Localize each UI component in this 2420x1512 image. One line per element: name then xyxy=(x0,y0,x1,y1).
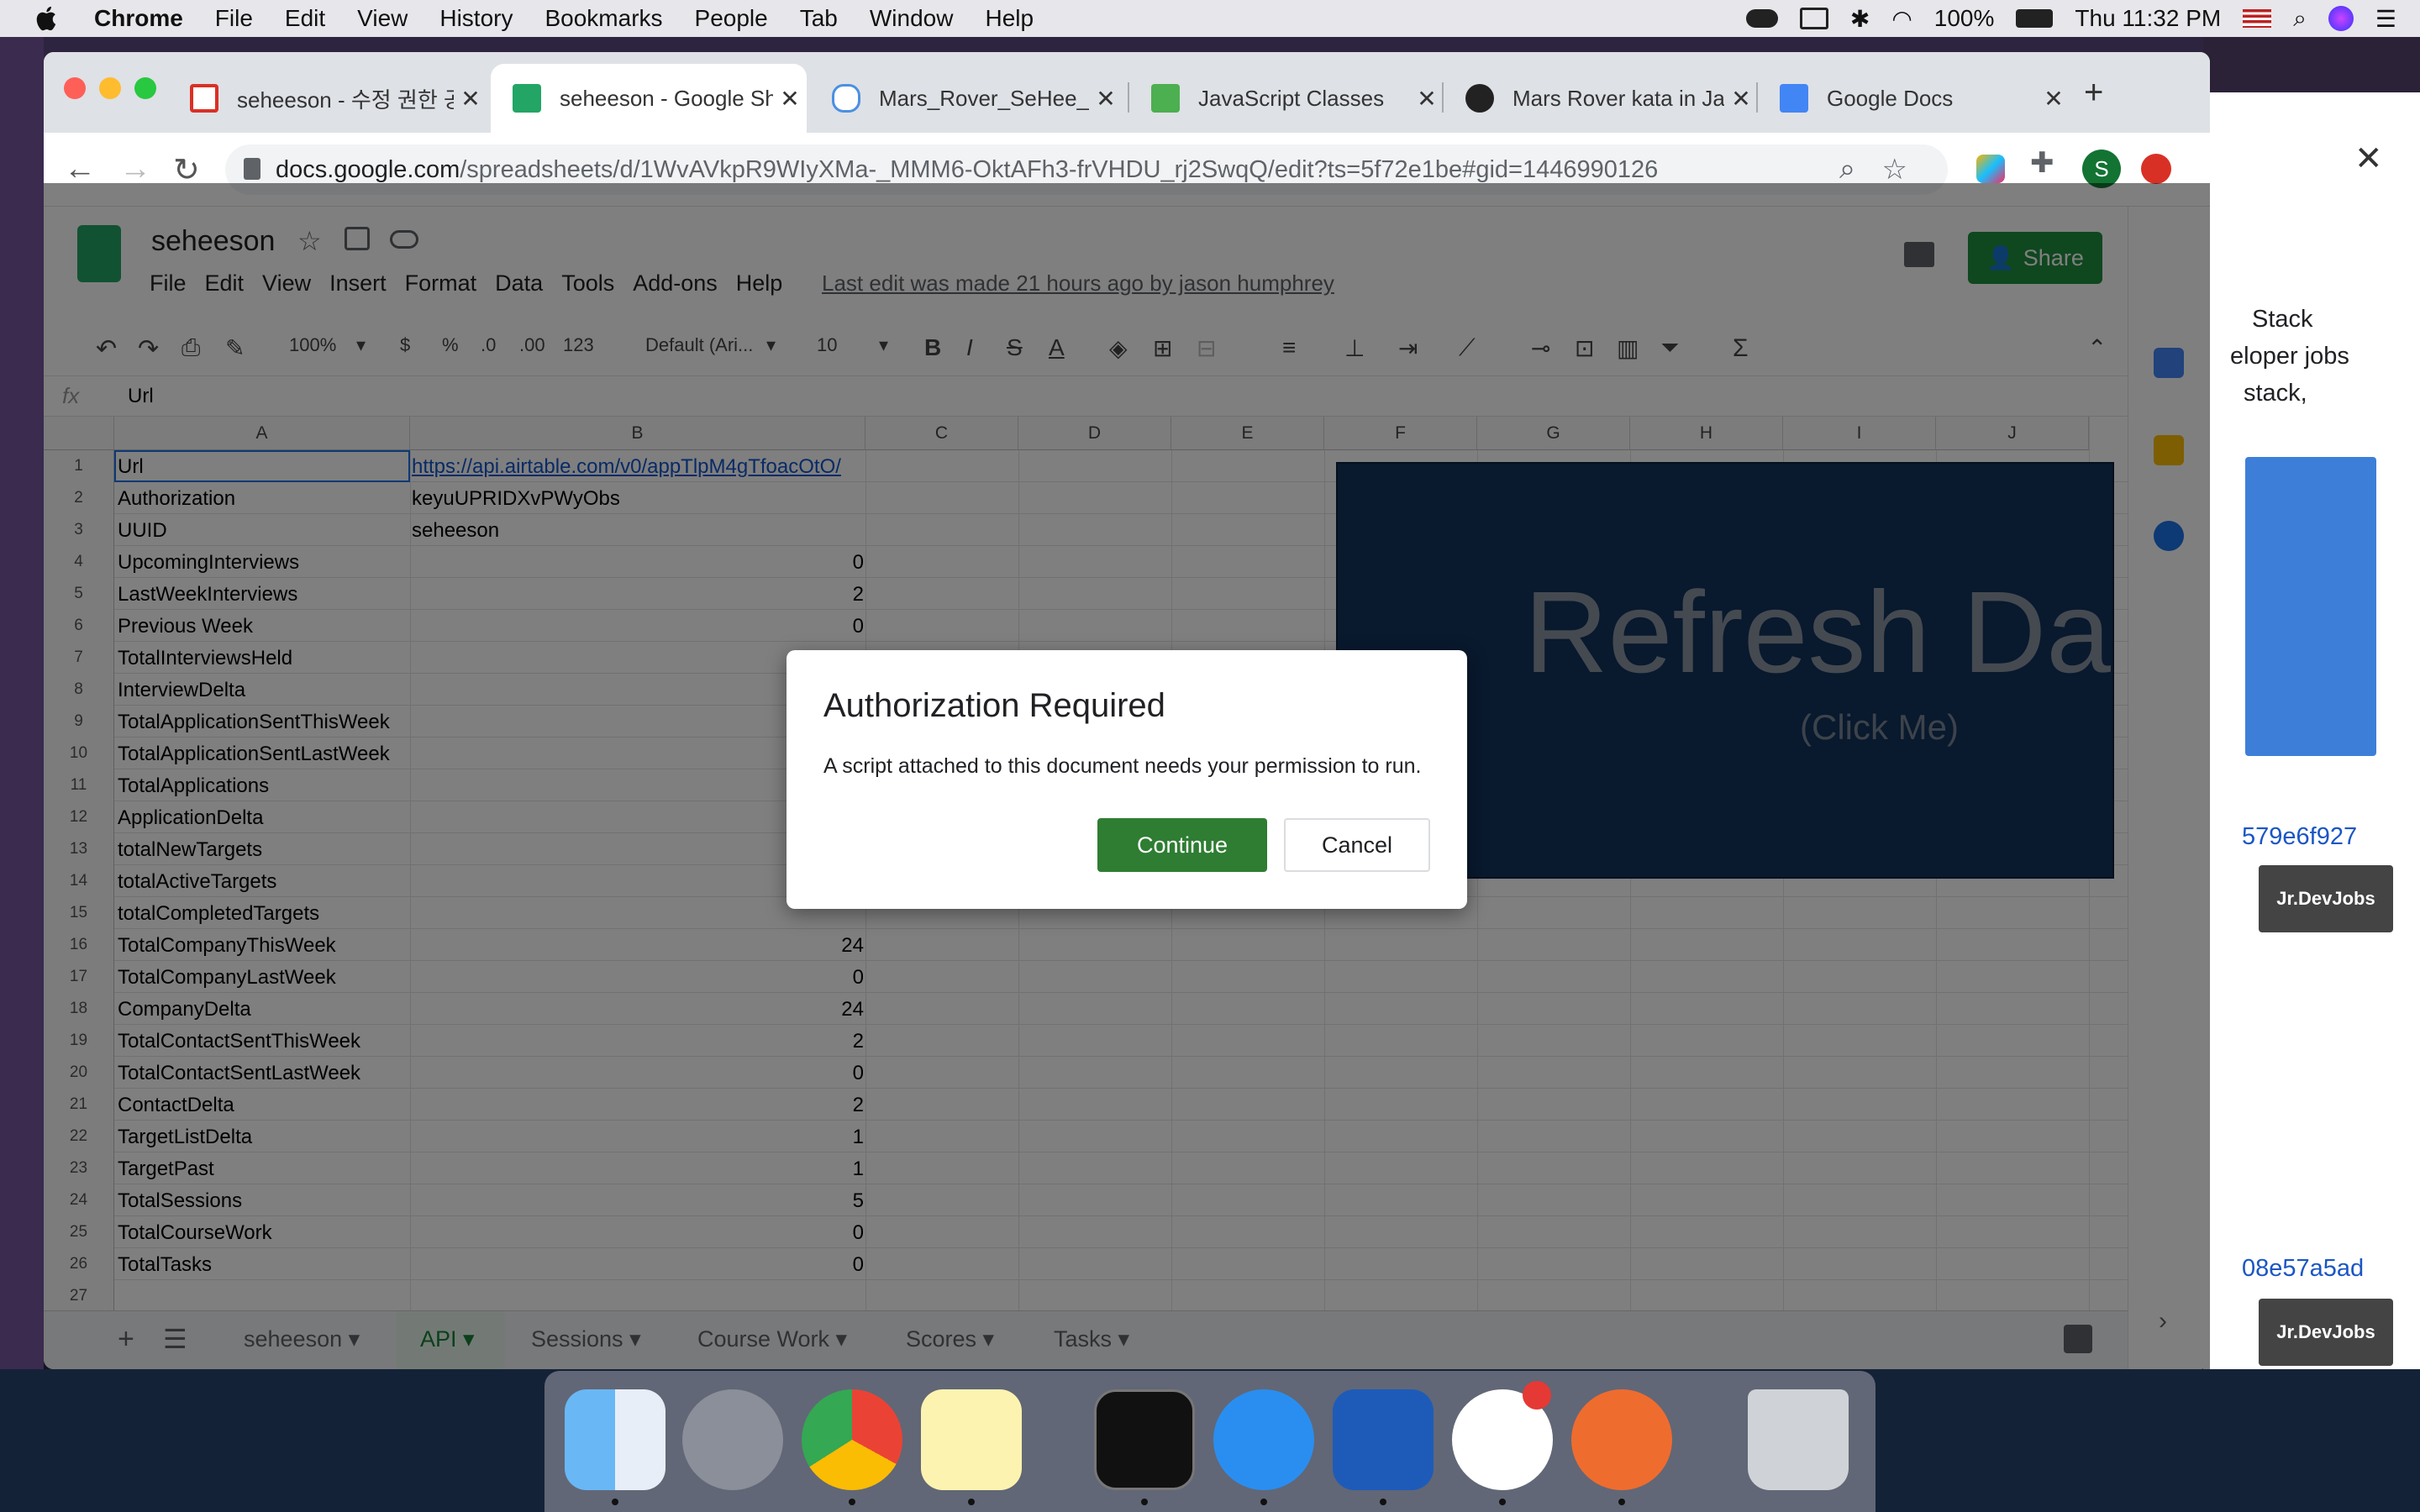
forward-icon[interactable]: → xyxy=(119,151,151,187)
tab-title: seheeson - Google Sh xyxy=(560,85,773,111)
browser-tab[interactable]: Google Docs ✕ xyxy=(1758,64,2070,133)
url-host: docs.google.com xyxy=(276,155,460,183)
bluetooth-icon[interactable]: ✱ xyxy=(1850,5,1870,33)
zoom-icon[interactable]: ⌕ xyxy=(1839,153,1855,186)
running-indicator xyxy=(612,1499,618,1505)
close-tab-icon[interactable]: ✕ xyxy=(1724,85,1758,113)
running-indicator xyxy=(849,1499,855,1505)
close-icon[interactable]: ✕ xyxy=(2354,139,2383,178)
bookmark-star-icon[interactable]: ☆ xyxy=(1882,153,1907,186)
tab-title: JavaScript Classes xyxy=(1198,85,1385,111)
running-indicator xyxy=(1499,1499,1506,1505)
menubar-history[interactable]: History xyxy=(439,5,513,32)
github-icon xyxy=(1465,84,1494,113)
dock xyxy=(544,1371,1876,1512)
menubar-people[interactable]: People xyxy=(695,5,768,32)
lock-icon[interactable] xyxy=(244,158,260,180)
background-text-line: stack, xyxy=(2244,380,2307,407)
sheets-icon xyxy=(513,84,541,113)
jrdevjobs-logo: Jr.DevJobs xyxy=(2259,1299,2393,1366)
apple-icon[interactable] xyxy=(32,3,62,34)
menubar-edit[interactable]: Edit xyxy=(285,5,325,32)
background-text-line: Stack xyxy=(2252,306,2313,333)
menubar-status-area: ✱ ◠ 100% Thu 11:32 PM ⌕ ☰ xyxy=(1745,0,2396,37)
running-indicator xyxy=(1260,1499,1267,1505)
docs-icon xyxy=(1780,84,1808,113)
gmail-icon xyxy=(190,84,218,113)
menubar-help[interactable]: Help xyxy=(985,5,1034,32)
zoom-window-button[interactable] xyxy=(134,77,156,99)
close-tab-icon[interactable]: ✕ xyxy=(1410,85,1444,113)
browser-tab[interactable]: Mars_Rover_SeHee_S ✕ xyxy=(810,64,1123,133)
close-tab-icon[interactable]: ✕ xyxy=(2037,85,2070,113)
tab-title: Mars_Rover_SeHee_S xyxy=(879,85,1089,111)
control-center-icon[interactable]: ☰ xyxy=(2375,5,2396,33)
trash-icon[interactable] xyxy=(1748,1389,1849,1490)
cloud-icon xyxy=(832,84,860,113)
running-indicator xyxy=(968,1499,975,1505)
jrdevjobs-logo: Jr.DevJobs xyxy=(2259,865,2393,932)
dialog-title: Authorization Required xyxy=(823,687,1165,724)
battery-icon[interactable] xyxy=(2016,9,2054,28)
menubar-window[interactable]: Window xyxy=(870,5,954,32)
browser-tab[interactable]: seheeson - 수정 권한 공 ✕ xyxy=(168,64,487,133)
browser-tab-active[interactable]: seheeson - Google Sh ✕ xyxy=(491,64,807,133)
running-indicator xyxy=(1618,1499,1625,1505)
update-icon[interactable] xyxy=(2141,154,2171,184)
new-tab-icon[interactable]: + xyxy=(2084,74,2103,112)
notes-icon[interactable] xyxy=(921,1389,1022,1490)
wifi-icon[interactable]: ◠ xyxy=(1891,5,1912,33)
launchpad-icon[interactable] xyxy=(682,1389,783,1490)
extensions-puzzle-icon[interactable]: ✚ xyxy=(2030,146,2069,185)
menubar-view[interactable]: View xyxy=(357,5,408,32)
background-link[interactable]: 08e57a5ad xyxy=(2242,1255,2364,1283)
word-icon[interactable] xyxy=(1333,1389,1434,1490)
close-window-button[interactable] xyxy=(64,77,86,99)
background-link[interactable]: 579e6f927 xyxy=(2242,823,2357,851)
postman-icon[interactable] xyxy=(1571,1389,1672,1490)
icloud-icon[interactable] xyxy=(1745,9,1778,28)
close-tab-icon[interactable]: ✕ xyxy=(773,85,807,113)
chrome-icon[interactable] xyxy=(802,1389,902,1490)
siri-icon[interactable] xyxy=(2328,6,2354,31)
tab-title: Mars Rover kata in Ja xyxy=(1512,85,1724,111)
safari-icon[interactable] xyxy=(1213,1389,1314,1490)
back-icon[interactable]: ← xyxy=(64,151,96,187)
menubar-bookmarks[interactable]: Bookmarks xyxy=(544,5,662,32)
tab-title: seheeson - 수정 권한 공 xyxy=(237,87,454,113)
flag-icon[interactable] xyxy=(2243,9,2272,28)
running-indicator xyxy=(1141,1499,1148,1505)
spotlight-icon[interactable]: ⌕ xyxy=(2293,5,2307,33)
authorization-dialog: Authorization Required A script attached… xyxy=(786,650,1467,909)
cancel-button[interactable]: Cancel xyxy=(1284,818,1430,872)
continue-button[interactable]: Continue xyxy=(1097,818,1267,872)
notification-badge xyxy=(1523,1381,1551,1410)
menubar-clock[interactable]: Thu 11:32 PM xyxy=(2075,5,2221,32)
browser-tab[interactable]: Mars Rover kata in Ja ✕ xyxy=(1444,64,1758,133)
w3-icon xyxy=(1151,84,1180,113)
menubar-file[interactable]: File xyxy=(215,5,253,32)
battery-percent: 100% xyxy=(1933,5,1995,31)
tab-strip: seheeson - 수정 권한 공 ✕ seheeson - Google S… xyxy=(44,52,2210,133)
running-indicator xyxy=(1380,1499,1386,1505)
desktop-left-edge xyxy=(0,37,44,1373)
macos-menubar: Chrome File Edit View History Bookmarks … xyxy=(0,0,2420,37)
dialog-message: A script attached to this document needs… xyxy=(823,754,1422,778)
minimize-window-button[interactable] xyxy=(99,77,121,99)
menubar-tab[interactable]: Tab xyxy=(800,5,838,32)
browser-tab[interactable]: JavaScript Classes ✕ xyxy=(1129,64,1444,133)
background-text-line: eloper jobs xyxy=(2230,343,2349,370)
tab-title: Google Docs xyxy=(1827,85,1954,111)
close-tab-icon[interactable]: ✕ xyxy=(1089,85,1123,113)
airtable-extension-icon[interactable] xyxy=(1976,155,2005,183)
job-illustration-image xyxy=(2245,457,2376,756)
url-path: /spreadsheets/d/1WvAVkpR9WIyXMa-_MMM6-Ok… xyxy=(460,155,1659,183)
airplay-icon[interactable] xyxy=(1799,8,1828,29)
terminal-icon[interactable] xyxy=(1094,1389,1195,1490)
finder-icon[interactable] xyxy=(565,1389,666,1490)
close-tab-icon[interactable]: ✕ xyxy=(454,85,487,113)
menubar-app-name[interactable]: Chrome xyxy=(94,5,183,32)
